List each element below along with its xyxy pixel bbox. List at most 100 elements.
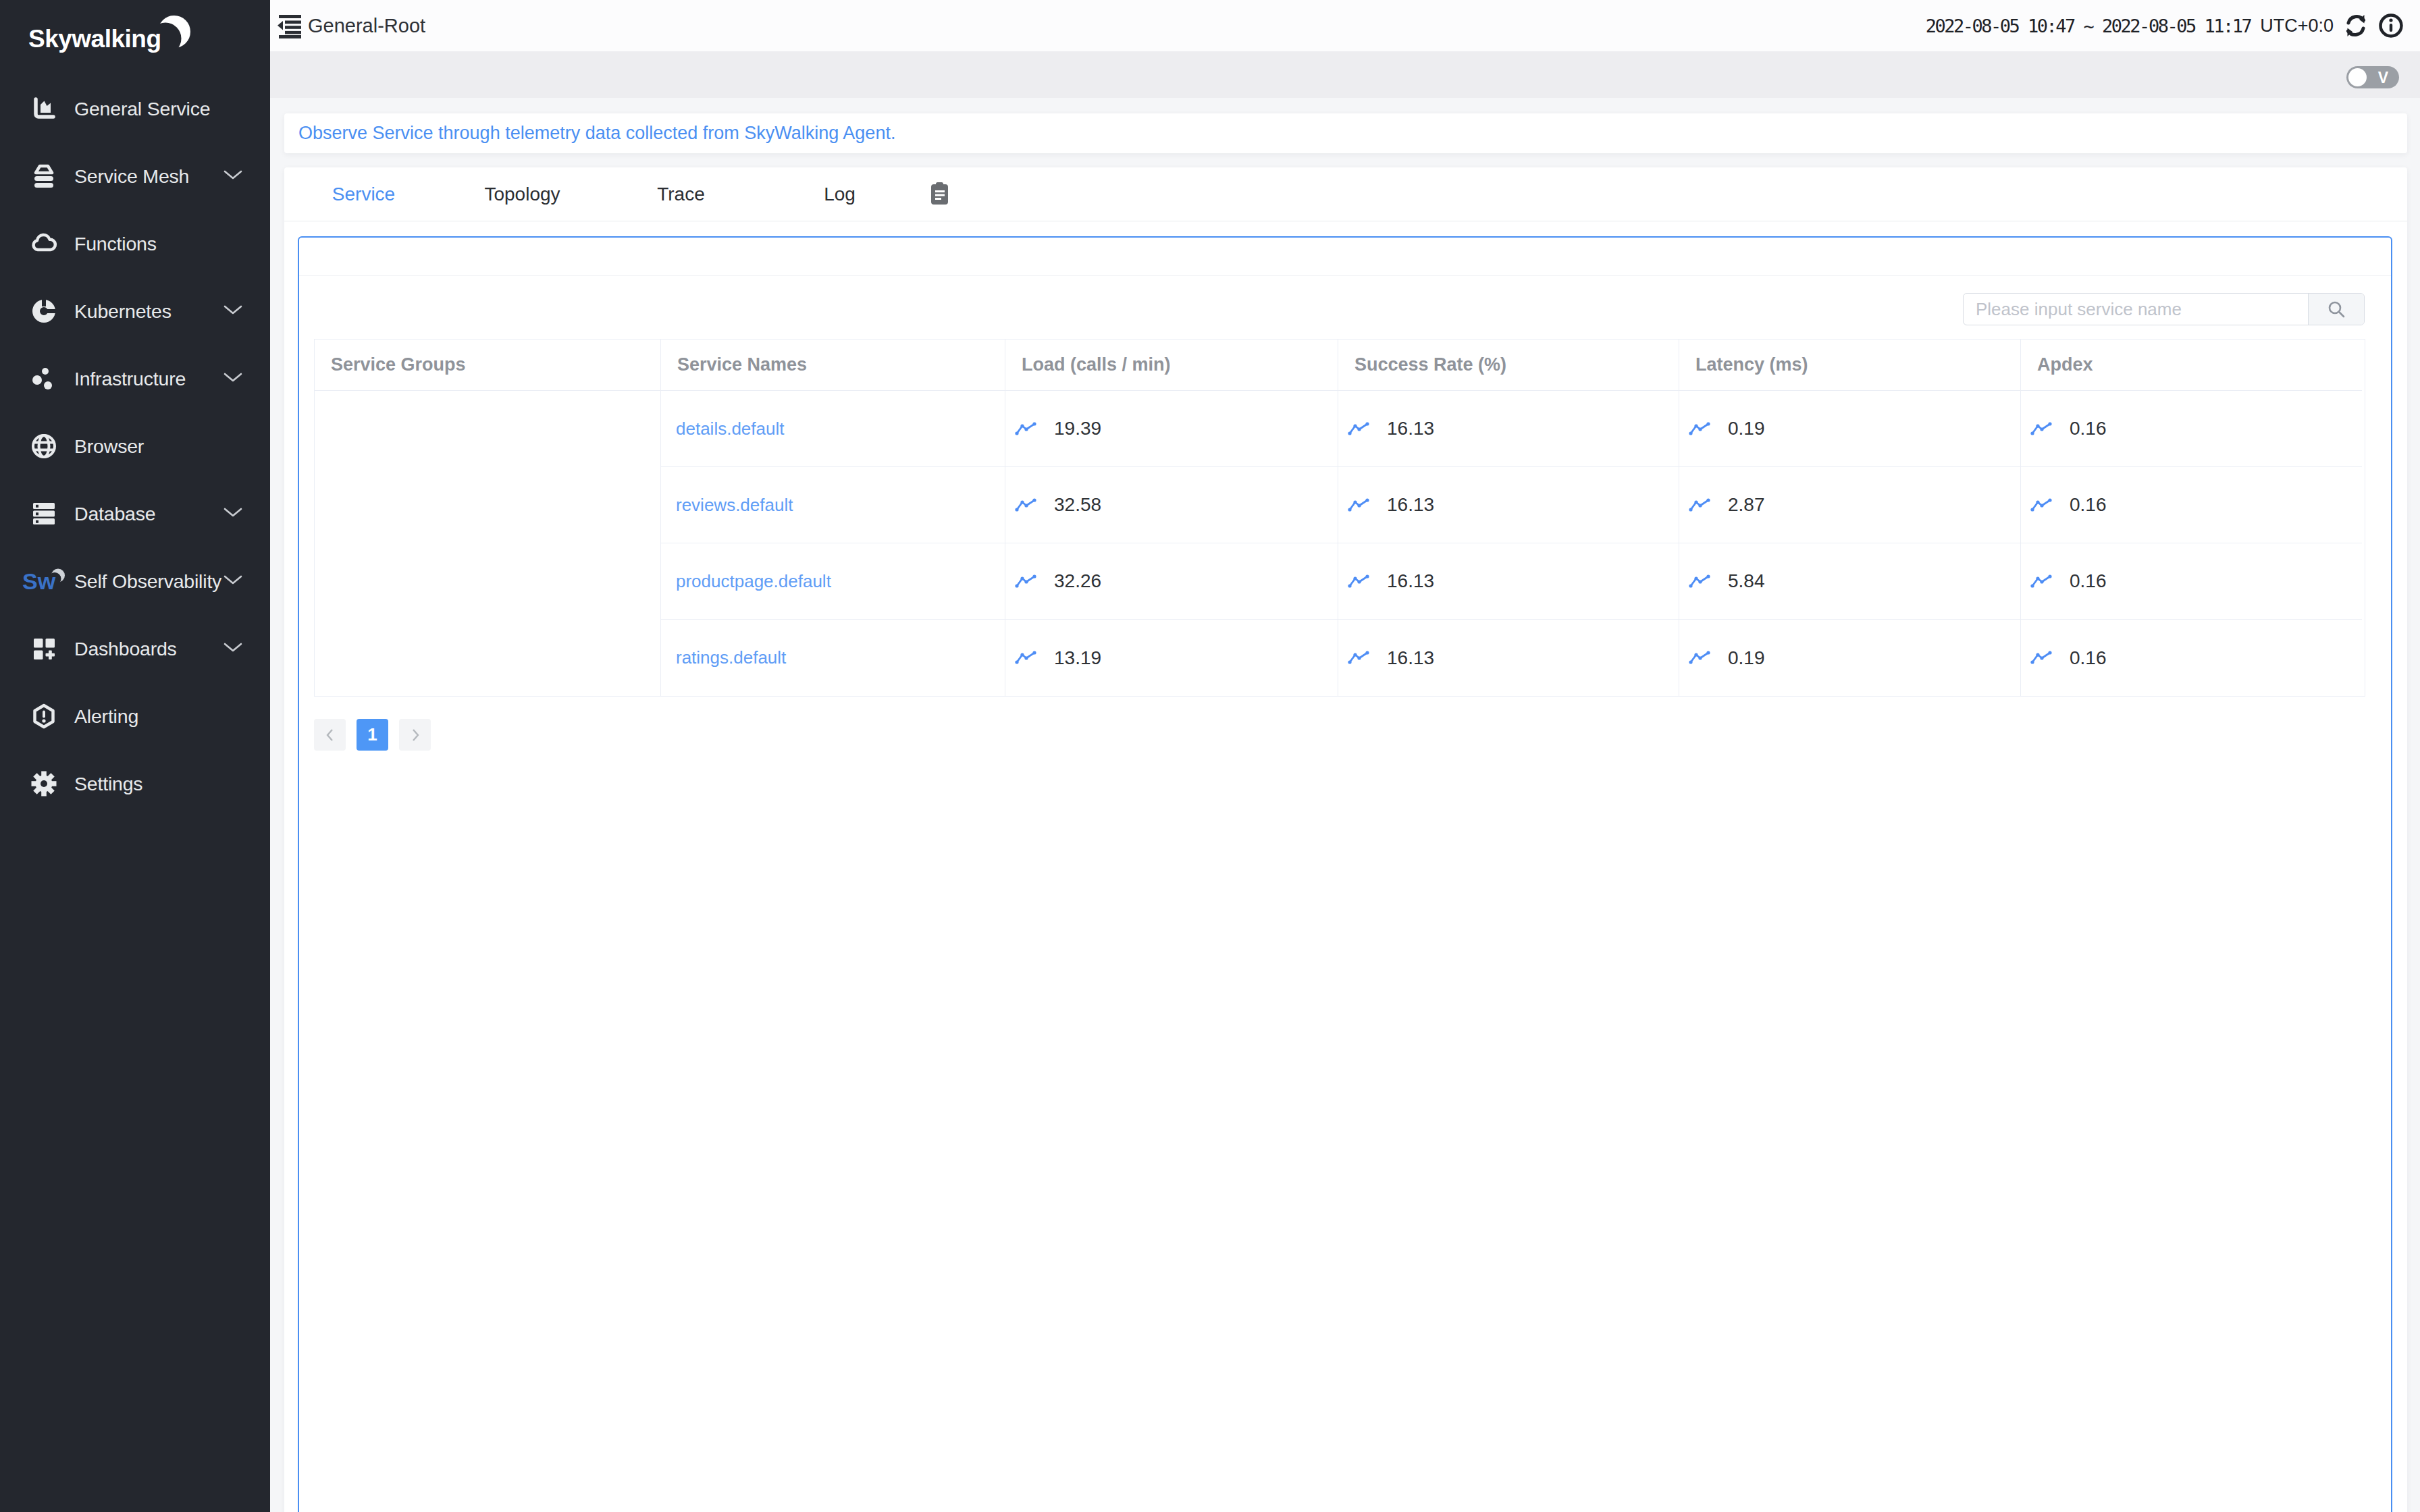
tab-service[interactable]: Service bbox=[284, 184, 443, 205]
panel-toolbar bbox=[299, 238, 2391, 276]
service-name-link[interactable]: ratings.default bbox=[661, 620, 1005, 696]
latency-cell: 0.19 bbox=[1679, 620, 2021, 696]
time-range[interactable]: 2022-08-05 10:47 ~ 2022-08-05 11:17 bbox=[1926, 16, 2251, 36]
sidebar-item-functions[interactable]: Functions bbox=[0, 210, 270, 277]
sidebar-item-label: Settings bbox=[74, 773, 142, 795]
latency-cell: 5.84 bbox=[1679, 543, 2021, 620]
sidebar-item-infrastructure[interactable]: Infrastructure bbox=[0, 345, 270, 412]
service-name-link[interactable]: details.default bbox=[661, 391, 1005, 467]
toggle-label: V bbox=[2378, 69, 2388, 87]
layers-icon bbox=[31, 163, 57, 189]
metric-value: 13.19 bbox=[1054, 647, 1101, 669]
column-header: Latency (ms) bbox=[1679, 340, 2021, 391]
search-input[interactable]: Please input service name bbox=[1964, 294, 2308, 325]
sidebar-item-label: Infrastructure bbox=[74, 368, 186, 390]
sparkline-icon bbox=[1689, 574, 1712, 589]
menu-fold-icon[interactable] bbox=[275, 14, 304, 38]
sidebar-item-label: Service Mesh bbox=[74, 165, 189, 188]
globe-icon bbox=[31, 433, 57, 459]
main-area: General-Root 2022-08-05 10:47 ~ 2022-08-… bbox=[270, 0, 2420, 1512]
tab-trace[interactable]: Trace bbox=[602, 184, 760, 205]
metric-value: 32.58 bbox=[1054, 494, 1101, 516]
sidebar-item-alerting[interactable]: Alerting bbox=[0, 682, 270, 750]
metric-value: 16.13 bbox=[1387, 647, 1434, 669]
metric-value: 19.39 bbox=[1054, 418, 1101, 439]
column-header: Load (calls / min) bbox=[1005, 340, 1338, 391]
sidebar-item-label: Kubernetes bbox=[74, 300, 172, 323]
sidebar-item-self-observability[interactable]: SwSelf Observability bbox=[0, 547, 270, 615]
service-name-link[interactable]: productpage.default bbox=[661, 543, 1005, 620]
pagination: 1 bbox=[314, 719, 431, 751]
toggle-knob bbox=[2348, 68, 2367, 86]
chevron-down-icon bbox=[223, 169, 243, 183]
service-group-cell bbox=[315, 391, 661, 696]
load-cell: 13.19 bbox=[1005, 620, 1338, 696]
column-header: Service Names bbox=[661, 340, 1005, 391]
chevron-right-icon bbox=[408, 728, 423, 742]
sidebar-item-dashboards[interactable]: Dashboards bbox=[0, 615, 270, 682]
database-icon bbox=[31, 501, 57, 526]
sidebar-item-general-service[interactable]: General Service bbox=[0, 75, 270, 142]
sidebar-item-database[interactable]: Database bbox=[0, 480, 270, 547]
chevron-down-icon bbox=[223, 642, 243, 655]
sidebar-item-label: Dashboards bbox=[74, 638, 177, 660]
moon-icon bbox=[154, 12, 196, 54]
latency-cell: 2.87 bbox=[1679, 467, 2021, 543]
sidebar-item-browser[interactable]: Browser bbox=[0, 412, 270, 480]
timezone: UTC+0:0 bbox=[2260, 16, 2334, 36]
success-rate-cell: 16.13 bbox=[1338, 620, 1679, 696]
success-rate-cell: 16.13 bbox=[1338, 467, 1679, 543]
service-name-link[interactable]: reviews.default bbox=[661, 467, 1005, 543]
page-1-button[interactable]: 1 bbox=[357, 719, 388, 751]
search-button[interactable] bbox=[2308, 294, 2364, 325]
notice-link[interactable]: Observe Service through telemetry data c… bbox=[298, 123, 895, 144]
sparkline-icon bbox=[2030, 650, 2053, 666]
prev-page-button[interactable] bbox=[314, 719, 346, 751]
success-rate-cell: 16.13 bbox=[1338, 391, 1679, 467]
chevron-down-icon bbox=[223, 304, 243, 318]
clipboard-icon bbox=[929, 182, 950, 207]
info-icon[interactable] bbox=[2378, 13, 2404, 38]
metric-value: 2.87 bbox=[1728, 494, 1765, 516]
search-icon bbox=[2326, 299, 2346, 319]
topbar: General-Root 2022-08-05 10:47 ~ 2022-08-… bbox=[270, 0, 2420, 51]
sidebar-item-label: Browser bbox=[74, 435, 144, 458]
sidebar-item-kubernetes[interactable]: Kubernetes bbox=[0, 277, 270, 345]
dashboard-icon bbox=[31, 636, 57, 662]
sparkline-icon bbox=[1015, 574, 1038, 589]
tab-bar: ServiceTopologyTraceLog bbox=[284, 167, 959, 221]
sparkline-icon bbox=[1689, 497, 1712, 513]
refresh-icon[interactable] bbox=[2343, 13, 2369, 38]
metric-value: 32.26 bbox=[1054, 570, 1101, 592]
chart-icon bbox=[31, 96, 57, 122]
version-toggle[interactable]: V bbox=[2346, 66, 2399, 88]
sidebar-item-label: Functions bbox=[74, 233, 157, 255]
metric-value: 16.13 bbox=[1387, 570, 1434, 592]
metric-value: 0.16 bbox=[2070, 418, 2107, 439]
sidebar-item-service-mesh[interactable]: Service Mesh bbox=[0, 142, 270, 210]
chevron-down-icon bbox=[223, 372, 243, 385]
column-header: Service Groups bbox=[315, 340, 661, 391]
cloud-icon bbox=[31, 231, 57, 256]
sparkline-icon bbox=[1348, 574, 1371, 589]
sparkline-icon bbox=[2030, 497, 2053, 513]
sidebar-item-label: Database bbox=[74, 503, 155, 525]
services-table: Service GroupsService NamesLoad (calls /… bbox=[314, 339, 2365, 697]
metric-value: 16.13 bbox=[1387, 494, 1434, 516]
clipboard-tab[interactable] bbox=[919, 182, 959, 207]
metric-value: 0.19 bbox=[1728, 418, 1765, 439]
sparkline-icon bbox=[1689, 650, 1712, 666]
chevron-down-icon bbox=[223, 574, 243, 588]
sparkline-icon bbox=[2030, 421, 2053, 437]
tab-log[interactable]: Log bbox=[760, 184, 919, 205]
sparkline-icon bbox=[1015, 497, 1038, 513]
apdex-cell: 0.16 bbox=[2021, 543, 2362, 620]
next-page-button[interactable] bbox=[399, 719, 431, 751]
tab-topology[interactable]: Topology bbox=[443, 184, 602, 205]
sparkline-icon bbox=[1689, 421, 1712, 437]
metric-value: 0.16 bbox=[2070, 647, 2107, 669]
sidebar-menu: General Service Service Mesh Functions Kube… bbox=[0, 75, 270, 817]
skywalking-logo[interactable]: Skywalking bbox=[28, 19, 161, 59]
gear-icon bbox=[31, 771, 57, 796]
sidebar-item-settings[interactable]: Settings bbox=[0, 750, 270, 817]
